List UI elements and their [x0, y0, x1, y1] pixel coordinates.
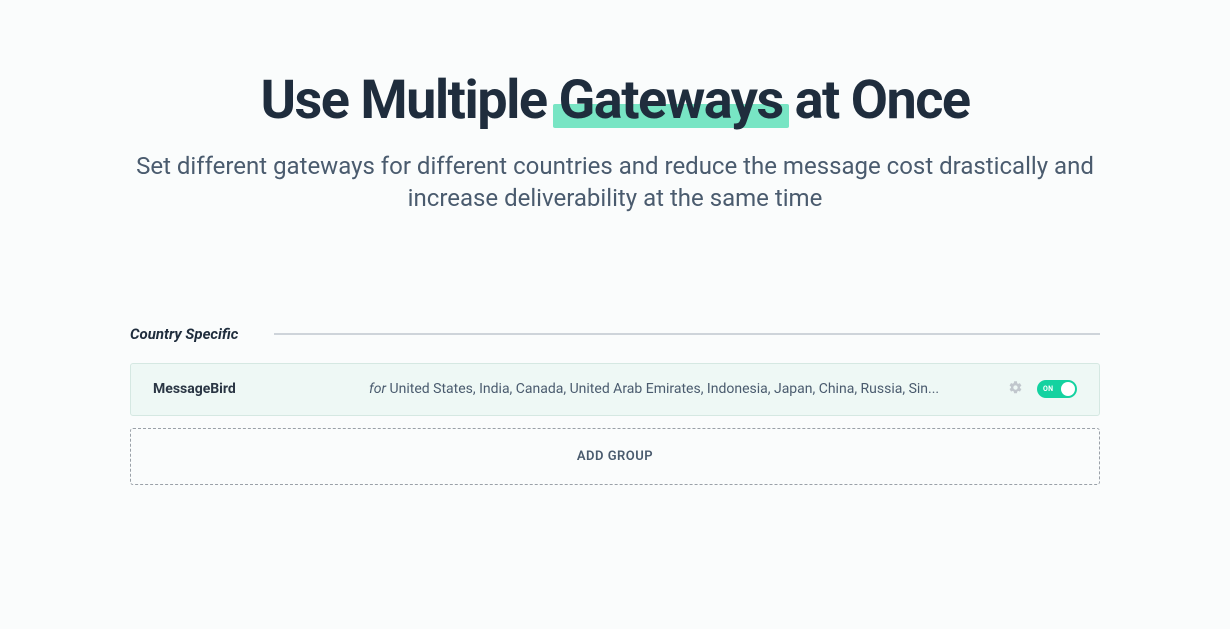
gear-icon[interactable]: [1008, 380, 1023, 399]
section-label: Country Specific: [130, 325, 238, 343]
gateway-toggle[interactable]: ON: [1037, 380, 1077, 398]
title-post: at Once: [783, 69, 970, 132]
page-title: Use Multiple Gateways at Once: [130, 70, 1100, 132]
section-header: Country Specific: [130, 325, 1100, 343]
gateway-country-list: United States, India, Canada, United Ara…: [386, 381, 939, 397]
toggle-on-label: ON: [1043, 385, 1053, 393]
toggle-knob: [1061, 382, 1075, 396]
country-specific-section: Country Specific MessageBird for United …: [130, 325, 1100, 485]
title-highlight-wrap: Gateways: [559, 70, 783, 132]
gateway-actions: ON: [1008, 380, 1077, 399]
gateway-row[interactable]: MessageBird for United States, India, Ca…: [130, 363, 1100, 416]
gateway-countries: for United States, India, Canada, United…: [369, 381, 992, 397]
gateway-name: MessageBird: [153, 381, 353, 397]
title-pre: Use Multiple: [260, 69, 558, 132]
gateway-for-label: for: [369, 381, 386, 397]
add-group-button[interactable]: ADD GROUP: [130, 428, 1100, 485]
page-subtitle: Set different gateways for different cou…: [130, 150, 1100, 215]
section-divider: [274, 333, 1100, 335]
hero: Use Multiple Gateways at Once Set differ…: [130, 70, 1100, 215]
title-highlight: Gateways: [559, 69, 783, 132]
